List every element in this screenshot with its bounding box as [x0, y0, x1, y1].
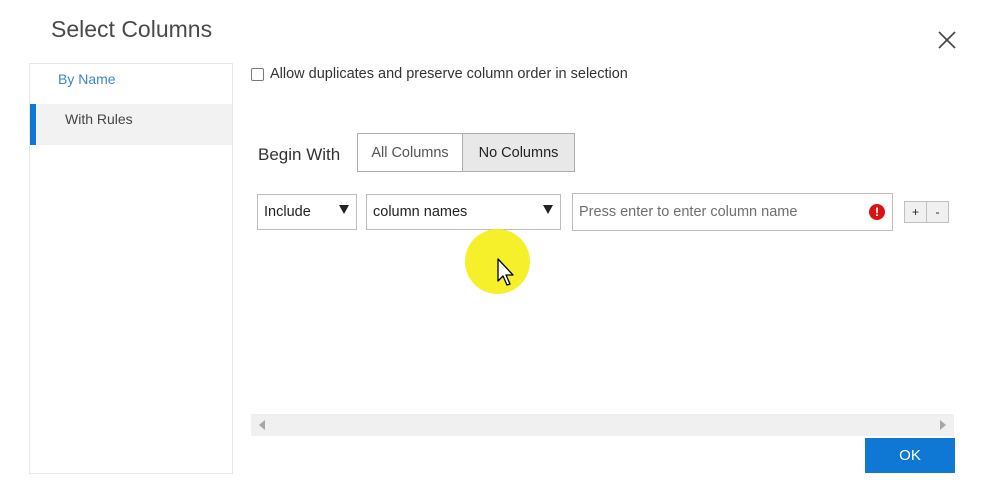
allow-duplicates-checkbox[interactable]: [251, 67, 264, 81]
dropdown-arrow-icon: [339, 205, 349, 214]
scroll-right-arrow-icon[interactable]: [940, 420, 946, 430]
scroll-left-arrow-icon[interactable]: [259, 420, 265, 430]
begin-with-label: Begin With: [258, 145, 341, 164]
dropdown-value: column names: [373, 204, 468, 220]
add-rule-button[interactable]: +: [904, 201, 927, 223]
remove-rule-button[interactable]: -: [926, 201, 949, 223]
error-icon: !: [869, 204, 885, 220]
ok-button[interactable]: OK: [865, 438, 955, 473]
sidebar-item-label: With Rules: [65, 111, 133, 127]
close-button[interactable]: [934, 27, 960, 53]
dropdown-value: Include: [264, 204, 311, 220]
column-name-input[interactable]: [572, 193, 893, 231]
dialog-title: Select Columns: [51, 16, 213, 42]
dropdown-arrow-icon: [543, 205, 553, 214]
allow-duplicates-row: Allow duplicates and preserve column ord…: [251, 66, 628, 82]
allow-duplicates-label: Allow duplicates and preserve column ord…: [270, 66, 628, 82]
active-indicator: [30, 104, 36, 145]
horizontal-scrollbar[interactable]: [251, 414, 954, 436]
sidebar-item-by-name[interactable]: By Name: [30, 64, 232, 105]
close-icon: [938, 31, 956, 49]
no-columns-button[interactable]: No Columns: [462, 133, 575, 172]
sidebar: By Name With Rules: [29, 63, 233, 474]
rule-type-dropdown[interactable]: column names: [366, 194, 561, 230]
include-exclude-dropdown[interactable]: Include: [257, 194, 357, 230]
all-columns-button[interactable]: All Columns: [357, 133, 463, 172]
sidebar-item-label: By Name: [58, 71, 116, 87]
mouse-cursor-icon: [497, 258, 514, 286]
sidebar-item-with-rules[interactable]: With Rules: [30, 104, 232, 145]
